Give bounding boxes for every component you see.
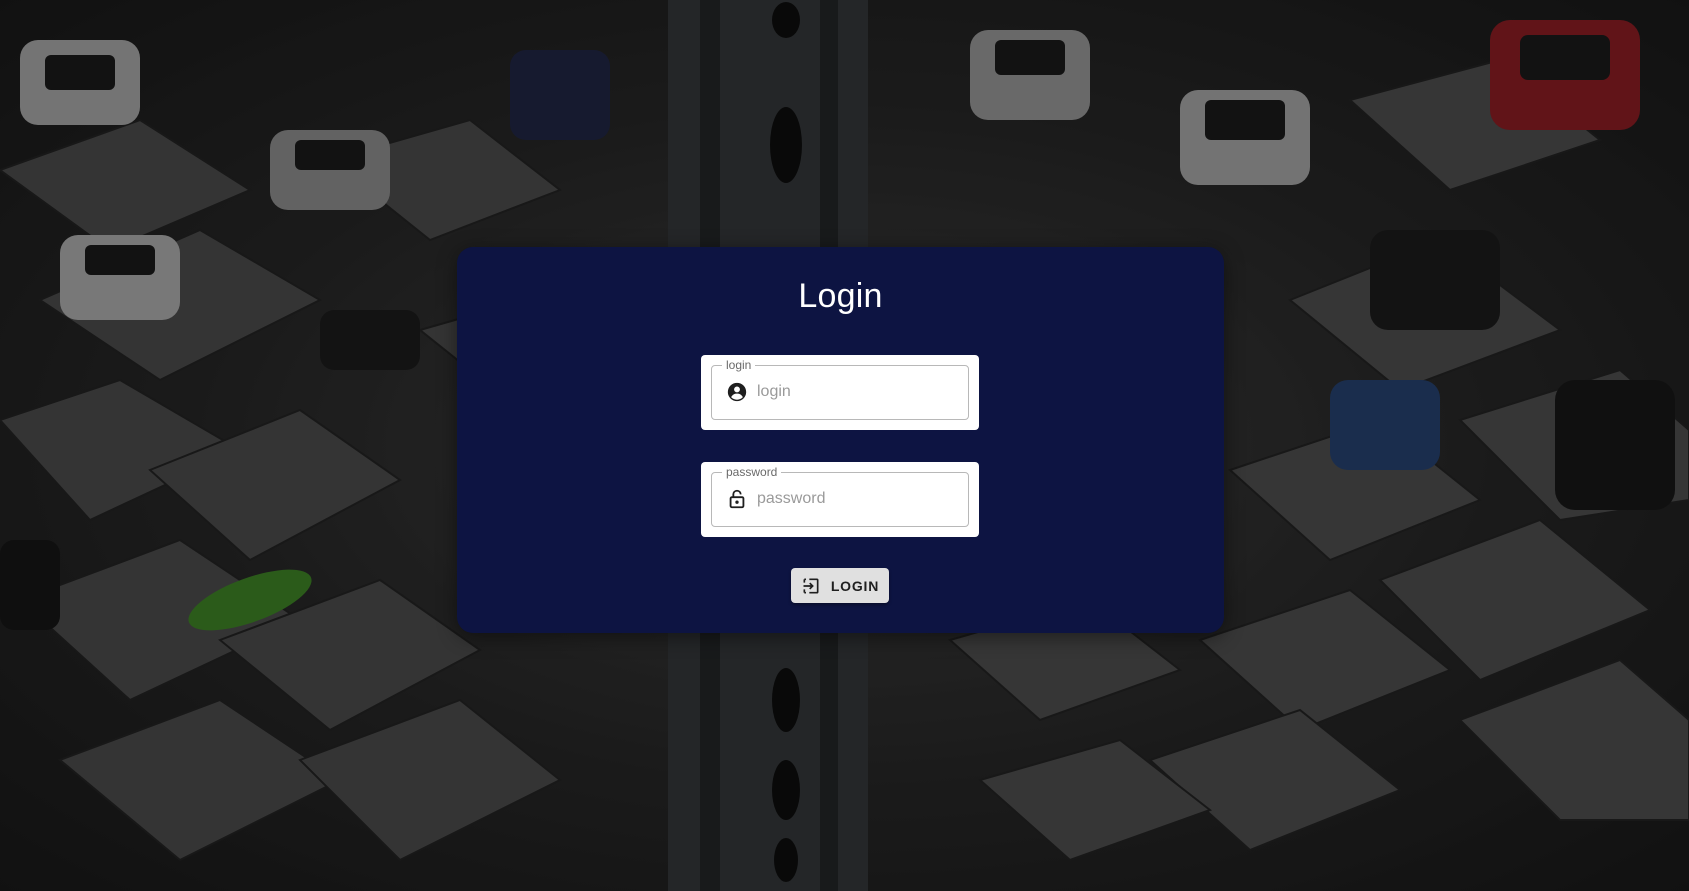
- login-field-label: login: [722, 358, 756, 372]
- login-card: Login login password: [457, 247, 1224, 633]
- password-input[interactable]: [757, 487, 957, 511]
- page-title: Login: [798, 277, 883, 315]
- login-field-container: login: [701, 355, 979, 430]
- login-button-label: LOGIN: [830, 577, 880, 594]
- password-field-outline: password: [711, 465, 969, 527]
- login-icon: [803, 578, 819, 593]
- lock-open-icon: [729, 489, 745, 509]
- login-button[interactable]: LOGIN: [791, 568, 889, 603]
- account-circle-icon: [727, 382, 747, 402]
- password-field-label: password: [722, 465, 782, 479]
- login-input[interactable]: [757, 380, 957, 404]
- password-field-container: password: [701, 462, 979, 537]
- login-field-outline: login: [711, 358, 969, 420]
